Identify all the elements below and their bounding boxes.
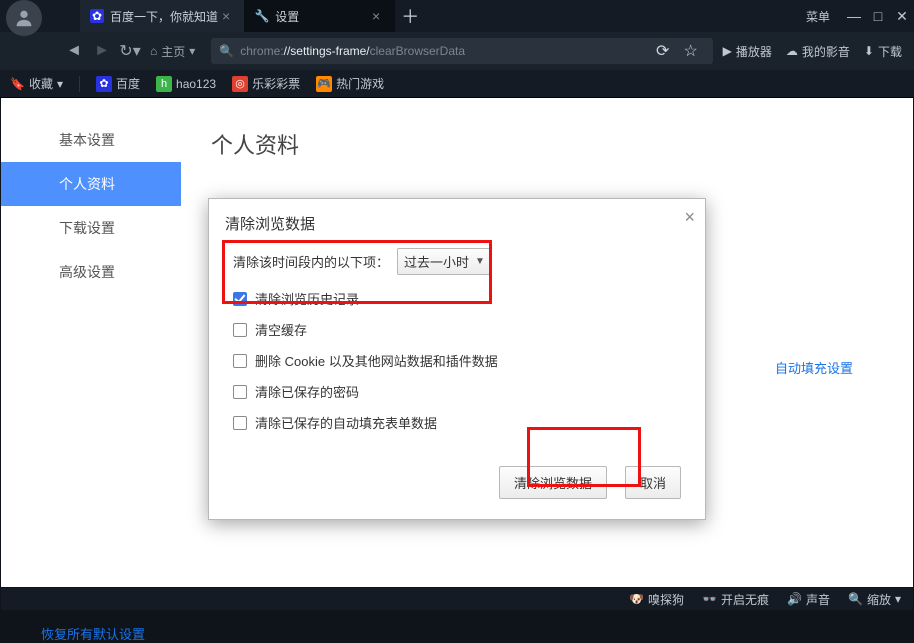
time-range-select[interactable]: 过去一小时 ▼ [397, 248, 492, 275]
status-bar: 🐶嗅探狗 👓开启无痕 🔊声音 🔍缩放▾ [1, 588, 913, 610]
reset-defaults-link[interactable]: 恢复所有默认设置 [1, 624, 181, 643]
refresh-icon[interactable]: ⟳ [649, 37, 677, 65]
option-cache[interactable]: 清空缓存 [233, 320, 681, 339]
time-range-value: 过去一小时 [404, 252, 469, 271]
minimize-icon[interactable]: — [842, 8, 866, 24]
tab-close-icon[interactable]: × [368, 8, 384, 24]
chevron-down-icon: ▾ [189, 44, 195, 58]
maximize-icon[interactable]: □ [866, 8, 890, 24]
time-range-label: 清除该时间段内的以下项： [233, 252, 389, 271]
back-button[interactable]: ◄ [60, 37, 88, 65]
url-scheme: chrome: [240, 44, 283, 58]
favorites-button[interactable]: 🔖收藏▾ [10, 75, 63, 92]
player-button[interactable]: ▶播放器 [723, 43, 772, 60]
zoom-button[interactable]: 🔍缩放▾ [848, 591, 901, 608]
sound-icon: 🔊 [787, 592, 802, 606]
checkbox-icon[interactable] [233, 323, 247, 337]
dialog-close-icon[interactable]: × [684, 207, 695, 228]
tab-strip: ✿ 百度一下，你就知道 × 🔧 设置 × ＋ [80, 0, 425, 32]
incognito-button[interactable]: 👓开启无痕 [702, 591, 769, 608]
bookmark-item[interactable]: hhao123 [156, 76, 216, 92]
option-history[interactable]: 清除浏览历史记录 [233, 289, 681, 308]
bookmarks-bar: 🔖收藏▾ ✿百度 hhao123 ◎乐彩彩票 🎮热门游戏 [0, 70, 914, 98]
user-icon [13, 7, 35, 29]
navbar: ◄ ► ↻▾ ⌂ 主页 ▾ 🔍 chrome: //settings-frame… [0, 32, 914, 70]
sidebar-item-advanced[interactable]: 高级设置 [1, 250, 181, 294]
hao123-icon: h [156, 76, 172, 92]
forward-button[interactable]: ► [88, 37, 116, 65]
option-cookies[interactable]: 删除 Cookie 以及其他网站数据和插件数据 [233, 351, 681, 370]
close-window-icon[interactable]: ✕ [890, 8, 914, 25]
bookmark-item[interactable]: 🎮热门游戏 [316, 75, 384, 92]
play-icon: ▶ [723, 44, 732, 58]
autofill-settings-link[interactable]: 自动填充设置 [775, 358, 853, 377]
clear-data-button[interactable]: 清除浏览数据 [499, 466, 607, 499]
cancel-button[interactable]: 取消 [625, 466, 681, 499]
download-icon: ⬇ [864, 44, 874, 58]
url-path2: clearBrowserData [370, 44, 465, 58]
dialog-title: 清除浏览数据 [225, 216, 315, 233]
chevron-down-icon: ▾ [57, 77, 63, 91]
bookmark-item[interactable]: ◎乐彩彩票 [232, 75, 300, 92]
search-icon: 🔍 [219, 44, 234, 58]
tab-title: 百度一下，你就知道 [110, 8, 218, 25]
sidebar-item-profile[interactable]: 个人资料 [1, 162, 181, 206]
menu-button[interactable]: 菜单 [806, 8, 830, 25]
games-icon: 🎮 [316, 76, 332, 92]
download-button[interactable]: ⬇下载 [864, 43, 902, 60]
media-button[interactable]: ☁我的影音 [786, 43, 850, 60]
baidu-favicon-icon: ✿ [90, 9, 104, 23]
checkbox-icon[interactable] [233, 416, 247, 430]
titlebar: ✿ 百度一下，你就知道 × 🔧 设置 × ＋ 菜单 — □ ✕ [0, 0, 914, 32]
checkbox-icon[interactable] [233, 385, 247, 399]
zoom-icon: 🔍 [848, 592, 863, 606]
lottery-icon: ◎ [232, 76, 248, 92]
chevron-down-icon: ▼ [475, 256, 485, 267]
settings-sidebar: 基本设置 个人资料 下载设置 高级设置 恢复所有默认设置 [1, 98, 181, 587]
book-icon: 🔖 [10, 77, 25, 91]
tab-baidu[interactable]: ✿ 百度一下，你就知道 × [80, 0, 245, 32]
sniffer-button[interactable]: 🐶嗅探狗 [629, 591, 684, 608]
page-title: 个人资料 [211, 128, 913, 160]
home-icon: ⌂ [150, 44, 157, 58]
star-icon[interactable]: ☆ [677, 37, 705, 65]
dog-icon: 🐶 [629, 592, 644, 606]
checkbox-icon[interactable] [233, 354, 247, 368]
home-label: 主页 [161, 43, 185, 60]
window-controls: 菜单 — □ ✕ [806, 8, 914, 25]
clear-data-dialog: 清除浏览数据 × 清除该时间段内的以下项： 过去一小时 ▼ 清除浏览历史记录 清… [208, 198, 706, 520]
sidebar-item-download[interactable]: 下载设置 [1, 206, 181, 250]
sidebar-item-basic[interactable]: 基本设置 [1, 118, 181, 162]
new-tab-button[interactable]: ＋ [395, 0, 425, 32]
tab-settings[interactable]: 🔧 设置 × [245, 0, 395, 32]
incognito-icon: 👓 [702, 592, 717, 606]
chevron-down-icon: ▾ [895, 592, 901, 606]
baidu-icon: ✿ [96, 76, 112, 92]
time-range-row: 清除该时间段内的以下项： 过去一小时 ▼ [233, 248, 681, 275]
url-bar[interactable]: 🔍 chrome: //settings-frame/ clearBrowser… [211, 38, 712, 64]
tab-close-icon[interactable]: × [218, 8, 234, 24]
reload-dropdown-icon[interactable]: ↻▾ [116, 37, 144, 65]
home-button[interactable]: ⌂ 主页 ▾ [144, 43, 201, 60]
cloud-icon: ☁ [786, 44, 798, 58]
option-autofill[interactable]: 清除已保存的自动填充表单数据 [233, 413, 681, 432]
settings-favicon-icon: 🔧 [255, 9, 269, 23]
bookmark-item[interactable]: ✿百度 [96, 75, 140, 92]
avatar[interactable] [6, 0, 42, 36]
url-path: //settings-frame/ [284, 44, 370, 58]
sound-button[interactable]: 🔊声音 [787, 591, 830, 608]
tab-title: 设置 [275, 8, 299, 25]
option-passwords[interactable]: 清除已保存的密码 [233, 382, 681, 401]
checkbox-icon[interactable] [233, 292, 247, 306]
